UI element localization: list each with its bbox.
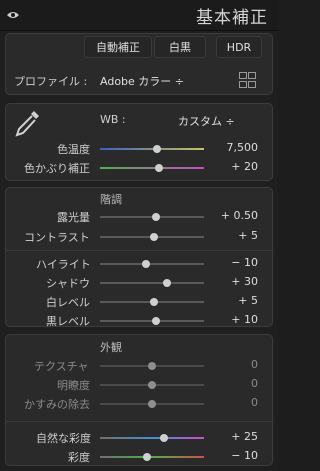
tint-slider[interactable]: [100, 164, 204, 172]
slider-value-blacks[interactable]: + 10: [198, 313, 258, 326]
slider-label-contrast: コントラスト: [24, 231, 90, 244]
slider-value-clarity[interactable]: 0: [198, 377, 258, 390]
slider-label-shadows: シャドウ: [46, 277, 90, 290]
panel-title: 基本補正: [196, 8, 268, 28]
slider-label-temp: 色温度: [57, 143, 90, 156]
whites-slider[interactable]: [100, 298, 204, 306]
profile-select[interactable]: Adobe カラー ÷: [100, 73, 184, 89]
panel-header[interactable]: 基本補正: [0, 0, 278, 31]
highlights-slider[interactable]: [100, 260, 204, 268]
profile-label: プロファイル :: [14, 75, 88, 88]
slider-thumb[interactable]: [162, 279, 171, 287]
basic-panel: 基本補正 自動補正 白黒 HDR プロファイル : Adobe カラー ÷ WB…: [0, 0, 278, 471]
wb-select[interactable]: カスタム ÷: [178, 113, 235, 129]
shadows-slider[interactable]: [100, 279, 204, 287]
slider-value-saturation[interactable]: − 10: [198, 449, 258, 462]
contrast-slider[interactable]: [100, 233, 204, 241]
bw-button[interactable]: 白黒: [154, 36, 206, 58]
dehaze-slider[interactable]: [100, 400, 204, 408]
divider: [5, 250, 273, 251]
slider-label-exposure: 露光量: [57, 211, 90, 224]
slider-thumb[interactable]: [148, 381, 156, 389]
slider-label-blacks: 黒レベル: [46, 315, 90, 328]
slider-value-dehaze[interactable]: 0: [198, 396, 258, 409]
profile-browser-icon[interactable]: [239, 72, 257, 88]
slider-label-tint: 色かぶり補正: [24, 162, 90, 175]
hdr-button[interactable]: HDR: [216, 36, 262, 58]
slider-label-dehaze: かすみの除去: [24, 398, 90, 411]
slider-thumb[interactable]: [148, 362, 156, 370]
slider-value-texture[interactable]: 0: [198, 358, 258, 371]
slider-value-tint[interactable]: + 20: [198, 160, 258, 173]
slider-value-highlights[interactable]: − 10: [198, 256, 258, 269]
slider-label-vibrance: 自然な彩度: [36, 432, 91, 445]
eye-icon[interactable]: [6, 10, 20, 20]
slider-label-whites: 白レベル: [46, 296, 90, 309]
presence-section-title: 外観: [100, 341, 122, 354]
slider-label-clarity: 明瞭度: [57, 379, 90, 392]
slider-value-shadows[interactable]: + 30: [198, 275, 258, 288]
temp-slider[interactable]: [100, 145, 204, 153]
slider-label-texture: テクスチャ: [34, 360, 89, 373]
tone-section-title: 階調: [100, 193, 122, 206]
exposure-slider[interactable]: [100, 213, 204, 221]
slider-value-exposure[interactable]: + 0.50: [198, 209, 258, 222]
slider-value-contrast[interactable]: + 5: [198, 229, 258, 242]
wb-label: WB :: [100, 113, 126, 126]
slider-value-whites[interactable]: + 5: [198, 294, 258, 307]
divider: [5, 421, 273, 422]
vibrance-slider[interactable]: [100, 434, 204, 442]
slider-value-vibrance[interactable]: + 25: [198, 430, 258, 443]
texture-slider[interactable]: [100, 362, 204, 370]
clarity-slider[interactable]: [100, 381, 204, 389]
blacks-slider[interactable]: [100, 317, 204, 325]
auto-button[interactable]: 自動補正: [84, 36, 152, 58]
slider-thumb[interactable]: [142, 453, 151, 461]
slider-label-highlights: ハイライト: [36, 258, 91, 271]
saturation-slider[interactable]: [100, 453, 204, 461]
slider-label-saturation: 彩度: [68, 451, 90, 464]
slider-value-temp[interactable]: 7,500: [198, 141, 259, 154]
slider-thumb[interactable]: [141, 260, 150, 268]
eyedropper-icon[interactable]: [14, 108, 42, 138]
slider-thumb[interactable]: [148, 400, 156, 408]
